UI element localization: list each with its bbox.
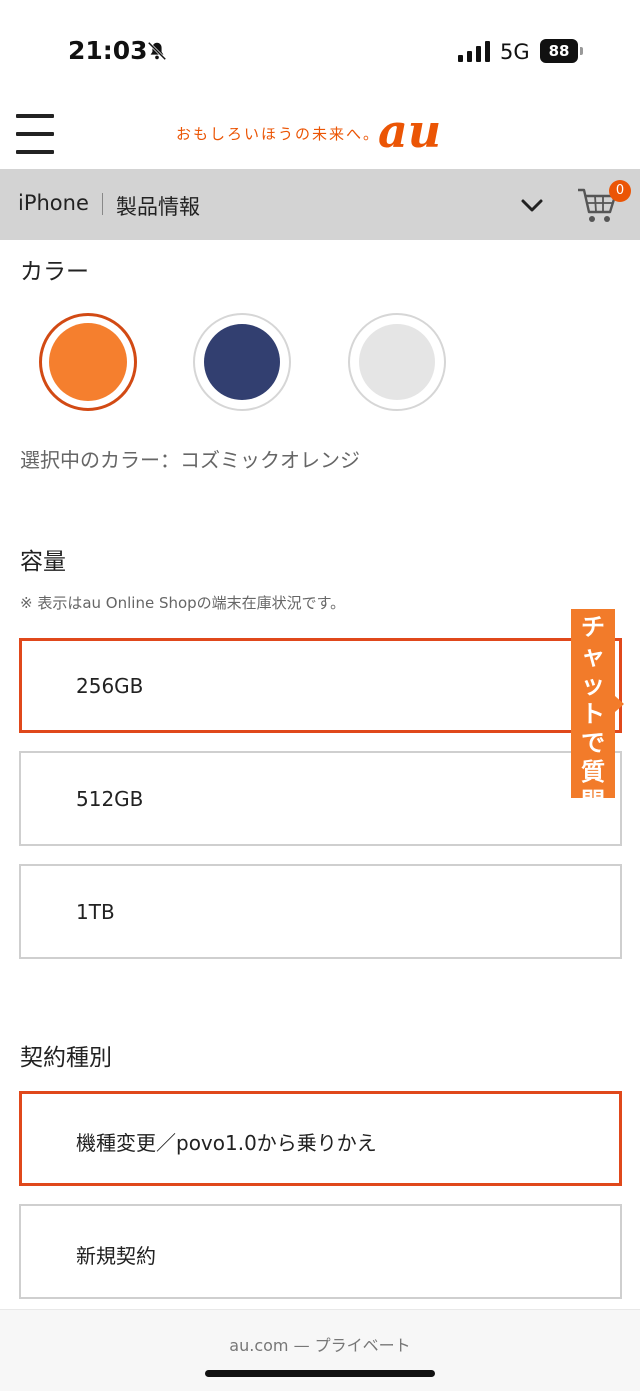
capacity-option-1tb[interactable]: 1TB [19, 864, 622, 959]
subnav-product[interactable]: iPhone [18, 191, 89, 215]
product-subnav: iPhone 製品情報 [0, 169, 640, 240]
option-label: 512GB [76, 787, 144, 811]
url-text: au.com — プライベート [229, 1336, 411, 1355]
battery-tip [580, 47, 583, 55]
signal-icon [458, 41, 490, 62]
chat-char: ト [581, 700, 605, 728]
capacity-option-512gb[interactable]: 512GB [19, 751, 622, 846]
chat-button[interactable]: チ ャ ッ ト で 質 問 [571, 609, 615, 815]
chat-char: ャ [581, 642, 605, 670]
contract-heading: 契約種別 [20, 1045, 112, 1071]
chat-char: で [581, 729, 605, 757]
option-label: 1TB [76, 900, 115, 924]
color-swatch-cosmic-orange[interactable] [39, 313, 137, 411]
option-label: 256GB [76, 674, 144, 698]
option-label: 新規契約 [76, 1244, 156, 1268]
subnav-divider [102, 193, 103, 215]
chat-char: 問 [581, 787, 605, 815]
battery-icon: 88 [540, 39, 578, 63]
stock-note: ※ 表示はau Online Shopの端末在庫状況です。 [20, 594, 346, 612]
color-swatch-navy[interactable] [193, 313, 291, 411]
status-time: 21:03 [68, 36, 148, 65]
selected-color-label: 選択中のカラー：コズミックオレンジ [20, 448, 360, 472]
browser-url-bar[interactable]: au.com — プライベート [0, 1309, 640, 1391]
chat-char: チ [581, 613, 605, 641]
hamburger-menu-icon[interactable] [16, 114, 56, 156]
contract-option-new[interactable]: 新規契約 [19, 1204, 622, 1299]
color-heading: カラー [20, 259, 89, 285]
home-indicator[interactable] [205, 1370, 435, 1377]
brand-tagline: おもしろいほうの未来へ。 [176, 125, 381, 143]
network-label: 5G [500, 40, 530, 64]
contract-option-model-change[interactable]: 機種変更／povo1.0から乗りかえ [19, 1091, 622, 1186]
color-swatch-silver[interactable] [348, 313, 446, 411]
status-bar: 21:03 5G 88 [0, 0, 640, 100]
capacity-option-256gb[interactable]: 256GB [19, 638, 622, 733]
chevron-down-icon[interactable] [518, 191, 546, 219]
chat-arrow-icon [615, 696, 624, 712]
bell-muted-icon [147, 41, 167, 61]
chat-char: 質 [581, 758, 605, 786]
cart-count-badge: 0 [609, 180, 631, 202]
chat-char: ッ [581, 671, 605, 699]
subnav-section: 製品情報 [116, 195, 200, 219]
au-logo[interactable]: au [378, 104, 441, 158]
option-label: 機種変更／povo1.0から乗りかえ [76, 1131, 377, 1155]
capacity-heading: 容量 [20, 549, 66, 575]
